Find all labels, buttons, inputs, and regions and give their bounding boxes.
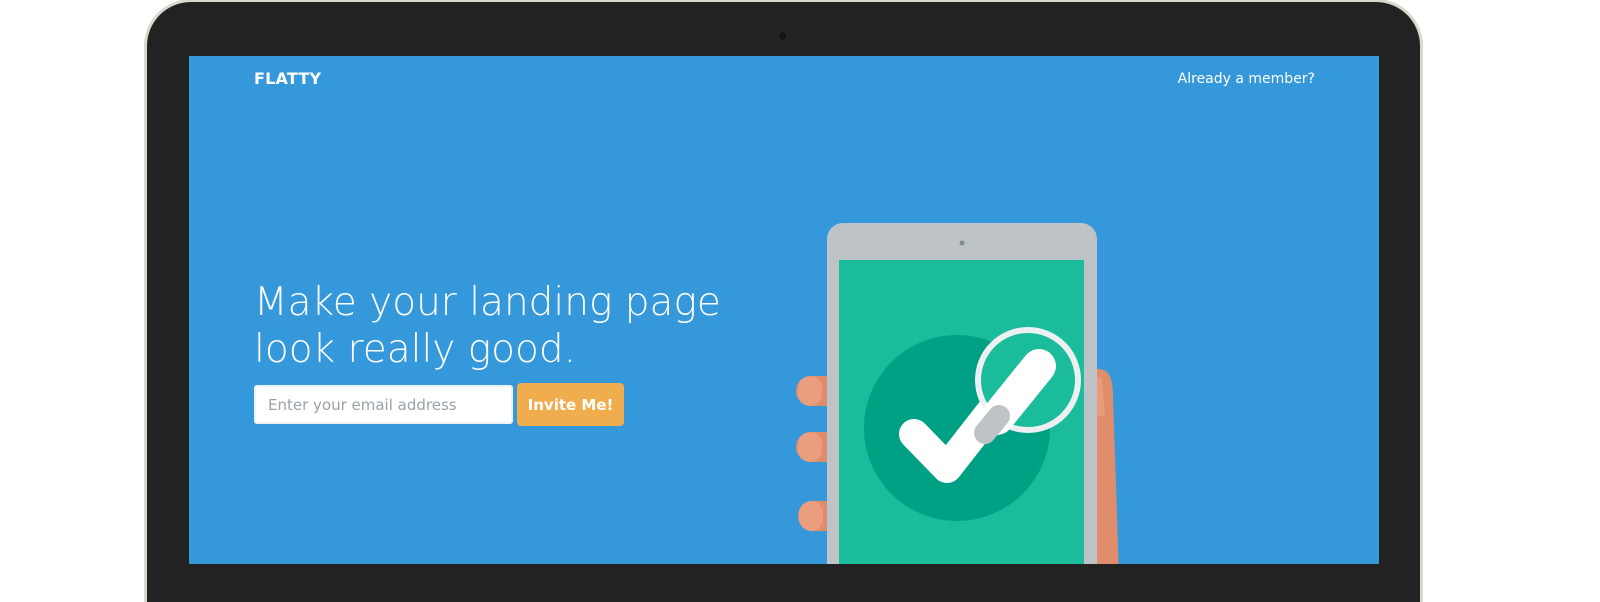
signup-form: Invite Me! <box>254 383 624 426</box>
headline-line-2: look really good. <box>254 327 577 372</box>
brand-logo[interactable]: FLATTY <box>254 69 321 88</box>
tablet-checkmark-illustration <box>796 223 1119 564</box>
landing-page-screen: FLATTY Already a member? Make your landi… <box>189 56 1379 564</box>
hero-headline: Make your landing page look really good. <box>254 279 774 373</box>
headline-line-1: Make your landing page <box>254 280 721 325</box>
email-input[interactable] <box>254 385 513 424</box>
already-member-link[interactable]: Already a member? <box>1178 71 1315 87</box>
camera-dot <box>778 31 788 41</box>
invite-me-button[interactable]: Invite Me! <box>517 383 624 426</box>
magnifier-icon <box>974 327 1081 444</box>
